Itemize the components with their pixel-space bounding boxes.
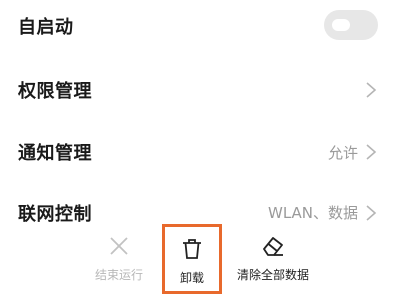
chevron-right-icon [366,144,377,160]
permissions-label: 权限管理 [18,81,92,102]
uninstall-label: 卸载 [179,271,204,285]
clear-all-data-button[interactable]: 清除全部数据 [228,228,318,290]
notifications-label: 通知管理 [18,143,92,164]
notifications-value: 允许 [327,143,358,162]
clear-all-data-label: 清除全部数据 [236,268,309,282]
permissions-row[interactable]: 权限管理 [0,59,400,121]
eraser-icon [263,237,283,256]
bottom-action-bar: 结束运行 卸载 清除全部数据 [0,222,400,298]
close-icon [110,237,128,255]
trash-icon [183,239,201,259]
chevron-right-icon [366,82,377,98]
stop-running-label: 结束运行 [94,268,143,282]
uninstall-button[interactable]: 卸载 [162,224,222,294]
toggle-knob [332,19,350,31]
chevron-right-icon [366,205,377,221]
autostart-row[interactable]: 自启动 [0,0,400,52]
network-label: 联网控制 [18,204,92,224]
autostart-toggle[interactable] [324,10,378,40]
notifications-row[interactable]: 通知管理 允许 [0,121,400,183]
network-row[interactable]: 联网控制 WLAN、数据 [0,184,400,224]
autostart-label: 自启动 [18,17,74,38]
network-value: WLAN、数据 [267,204,358,222]
stop-running-button[interactable]: 结束运行 [76,228,162,290]
